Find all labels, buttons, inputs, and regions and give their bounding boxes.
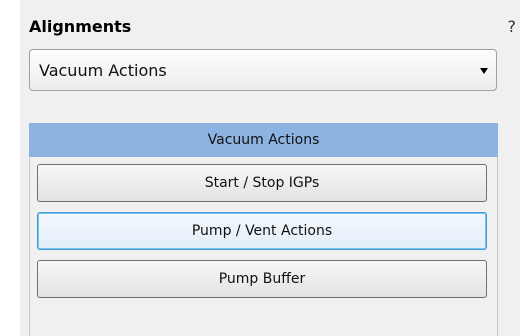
group-title: Vacuum Actions [207, 132, 320, 148]
alignments-panel: Alignments ? Vacuum Actions Vacuum Actio… [0, 0, 520, 336]
left-margin [0, 0, 20, 336]
panel-content: Alignments ? Vacuum Actions Vacuum Actio… [20, 0, 520, 336]
group-header: Vacuum Actions [29, 123, 498, 157]
pump-buffer-button[interactable]: Pump Buffer [37, 260, 487, 298]
alignment-select-value: Vacuum Actions [39, 61, 167, 80]
panel-title: Alignments [29, 17, 132, 36]
alignment-select[interactable]: Vacuum Actions [29, 49, 497, 91]
pump-vent-actions-button[interactable]: Pump / Vent Actions [37, 212, 487, 250]
chevron-down-icon [480, 68, 488, 74]
start-stop-igps-button[interactable]: Start / Stop IGPs [37, 164, 487, 202]
help-icon[interactable]: ? [508, 17, 517, 36]
group-body: Start / Stop IGPs Pump / Vent Actions Pu… [29, 157, 498, 336]
